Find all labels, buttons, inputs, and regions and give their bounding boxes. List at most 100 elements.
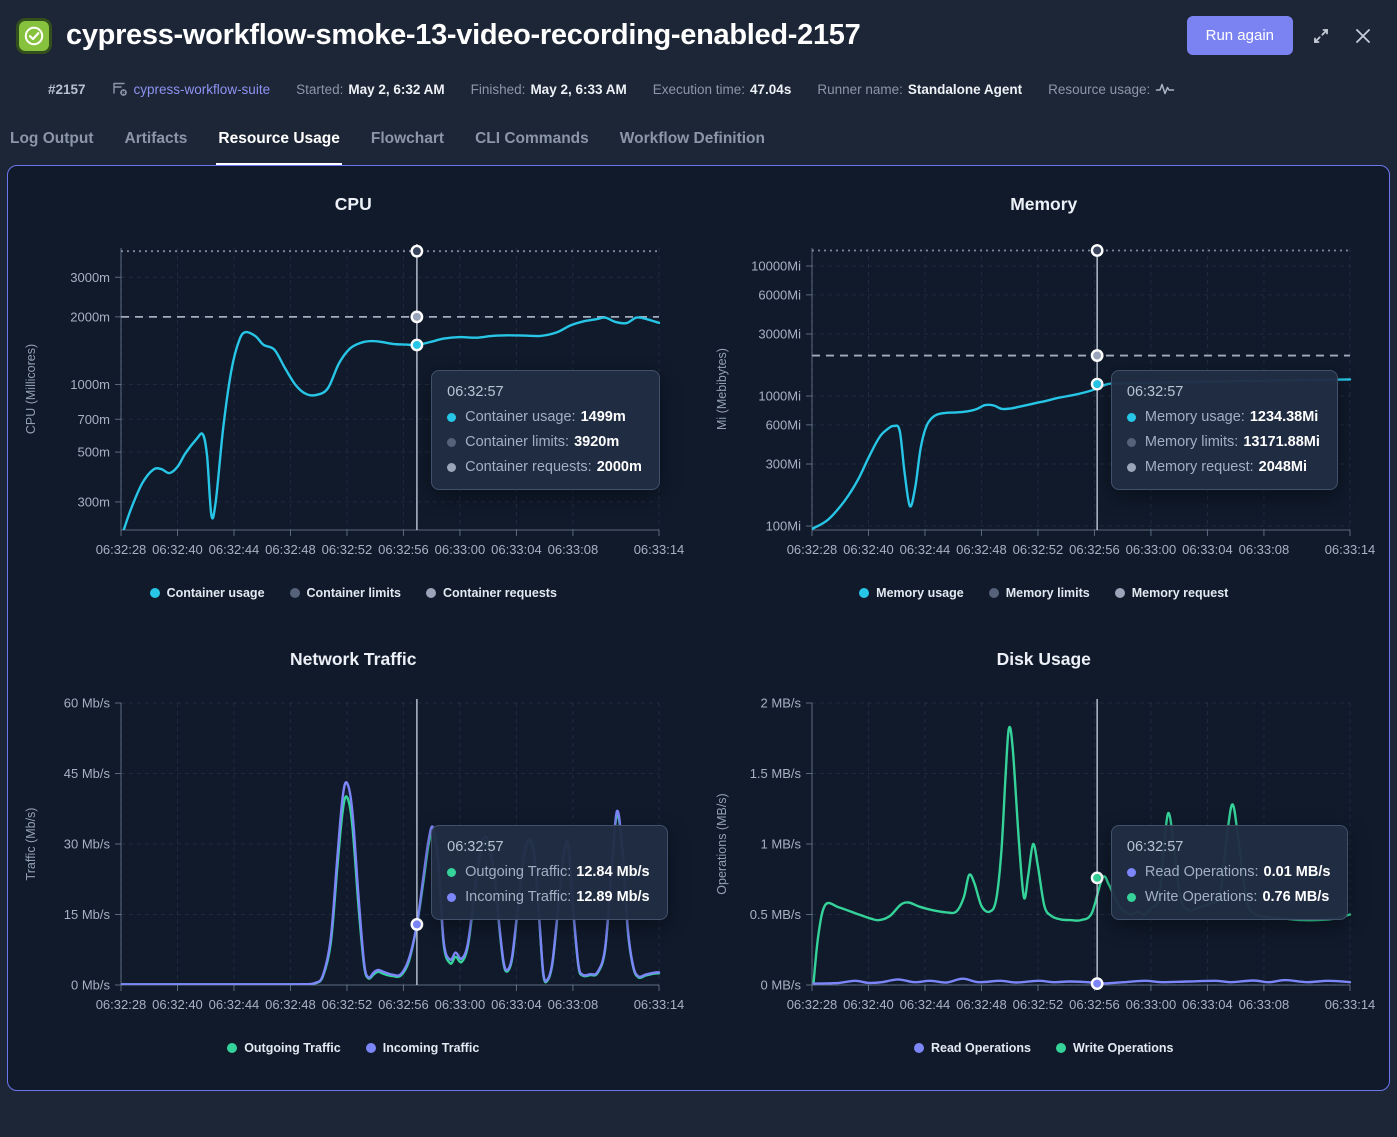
x-tick-label: 06:33:14 [1324,542,1375,557]
legend-item-memory-limits[interactable]: Memory limits [989,586,1090,600]
tooltip-row: Outgoing Traffic:12.84 Mb/s [447,864,649,880]
memory-chart: Memory 06:32:2806:32:4006:32:4406:32:480… [699,166,1390,621]
tab-artifacts[interactable]: Artifacts [123,124,190,165]
tooltip-label: Memory usage: [1145,409,1245,425]
tooltip-label: Container requests: [465,459,592,475]
x-tick-label: 06:33:14 [634,542,685,557]
legend-item-read-operations[interactable]: Read Operations [914,1041,1031,1055]
tooltip-series-dot [1127,868,1136,877]
legend-label: Memory request [1132,586,1229,600]
run-again-button[interactable]: Run again [1187,16,1293,55]
x-tick-label: 06:32:52 [322,997,373,1012]
cpu-tooltip: 06:32:57Container usage:1499mContainer l… [431,370,660,490]
x-tick-label: 06:33:04 [1182,542,1233,557]
legend-item-container-usage[interactable]: Container usage [150,586,265,600]
legend-item-write-operations[interactable]: Write Operations [1056,1041,1173,1055]
tooltip-label: Read Operations: [1145,864,1259,880]
tab-bar: Log Output Artifacts Resource Usage Flow… [0,124,1397,165]
legend-dot [366,1043,376,1053]
close-icon[interactable] [1349,22,1377,50]
tooltip-row: Read Operations:0.01 MB/s [1127,864,1331,880]
y-tick-label: 3000m [71,270,111,285]
tooltip-series-dot [447,893,456,902]
x-tick-label: 06:33:04 [1182,997,1233,1012]
legend-item-memory-usage[interactable]: Memory usage [859,586,964,600]
y-tick-label: 1 MB/s [760,837,801,852]
y-axis-title: Operations (MB/s) [715,793,729,894]
x-tick-label: 06:32:44 [899,542,950,557]
tooltip-label: Memory limits: [1145,434,1238,450]
legend-label: Container usage [167,586,265,600]
tooltip-row: Container usage: 1499m [447,409,642,425]
y-tick-label: 15 Mb/s [64,907,111,922]
tab-cli-commands[interactable]: CLI Commands [473,124,591,165]
tab-workflow-definition[interactable]: Workflow Definition [618,124,767,165]
tab-flowchart[interactable]: Flowchart [369,124,446,165]
y-tick-label: 1.5 MB/s [749,766,801,781]
x-tick-label: 06:32:52 [322,542,373,557]
tooltip-label: Memory request: [1145,459,1254,475]
tooltip-label: Container usage: [465,409,575,425]
legend-item-incoming-traffic[interactable]: Incoming Traffic [366,1041,480,1055]
tab-resource-usage[interactable]: Resource Usage [216,124,341,165]
network-chart-plot[interactable]: 06:32:2806:32:4006:32:4406:32:4806:32:52… [9,675,697,1055]
disk-legend: Read Operations Write Operations [700,1041,1388,1055]
memory-chart-plot[interactable]: 06:32:2806:32:4006:32:4406:32:4806:32:52… [700,220,1388,600]
x-tick-label: 06:33:04 [491,542,542,557]
tooltip-series-dot [447,413,456,422]
legend-item-container-requests[interactable]: Container requests [426,586,557,600]
x-tick-label: 06:33:08 [548,542,599,557]
legend-dot [1115,588,1125,598]
tooltip-row: Memory request:2048Mi [1127,459,1320,475]
resource-usage-panel: CPU 06:32:2806:32:4006:32:4406:32:4806:3… [7,165,1390,1091]
tooltip-row: Container requests:2000m [447,459,642,475]
tab-log-output[interactable]: Log Output [8,124,96,165]
tooltip-value: 1499m [581,409,626,425]
tooltip-series-dot [1127,463,1136,472]
expand-icon[interactable] [1307,22,1335,50]
legend-dot [227,1043,237,1053]
y-tick-label: 2000m [71,309,111,324]
y-tick-label: 300m [78,494,111,509]
legend-label: Memory limits [1006,586,1090,600]
legend-dot [150,588,160,598]
tooltip-label: Write Operations: [1145,889,1258,905]
disk-chart: Disk Usage 06:32:2806:32:4006:32:4406:32… [699,621,1390,1076]
tooltip-value: 3920m [574,434,619,450]
y-tick-label: 600Mi [765,417,801,432]
x-tick-label: 06:33:08 [1238,542,1289,557]
tooltip-time: 06:32:57 [1127,839,1331,855]
tooltip-label: Container limits: [465,434,569,450]
y-tick-label: 30 Mb/s [64,837,111,852]
x-tick-label: 06:32:44 [209,542,260,557]
memory-tooltip: 06:32:57Memory usage:1234.38MiMemory lim… [1111,370,1338,490]
crosshair-marker [1092,873,1102,883]
x-tick-label: 06:32:56 [378,542,429,557]
y-tick-label: 100Mi [765,519,801,534]
tooltip-value: 1234.38Mi [1250,409,1319,425]
x-tick-label: 06:32:40 [152,997,203,1012]
legend-item-outgoing-traffic[interactable]: Outgoing Traffic [227,1041,341,1055]
legend-label: Incoming Traffic [383,1041,480,1055]
x-tick-label: 06:32:56 [1069,997,1120,1012]
cpu-chart-plot[interactable]: 06:32:2806:32:4006:32:4406:32:4806:32:52… [9,220,697,600]
y-axis-title: Traffic (Mb/s) [24,808,38,881]
started-label: Started: [296,82,343,97]
suite-link[interactable]: cypress-workflow-suite [112,81,271,97]
tooltip-row: Memory limits:13171.88Mi [1127,434,1320,450]
resource-usage-label: Resource usage: [1048,82,1150,97]
tooltip-series-dot [447,463,456,472]
legend-label: Read Operations [931,1041,1031,1055]
tooltip-value: 12.84 Mb/s [576,864,649,880]
disk-chart-plot[interactable]: 06:32:2806:32:4006:32:4406:32:4806:32:52… [700,675,1388,1055]
legend-item-container-limits[interactable]: Container limits [290,586,401,600]
network-chart: Network Traffic 06:32:2806:32:4006:32:44… [8,621,699,1076]
crosshair-marker [1092,379,1102,389]
x-tick-label: 06:32:28 [786,997,837,1012]
network-chart-title: Network Traffic [8,649,699,675]
x-tick-label: 06:32:56 [378,997,429,1012]
legend-item-memory-request[interactable]: Memory request [1115,586,1229,600]
tooltip-series-dot [447,868,456,877]
x-tick-label: 06:33:08 [1238,997,1289,1012]
y-tick-label: 300Mi [765,456,801,471]
